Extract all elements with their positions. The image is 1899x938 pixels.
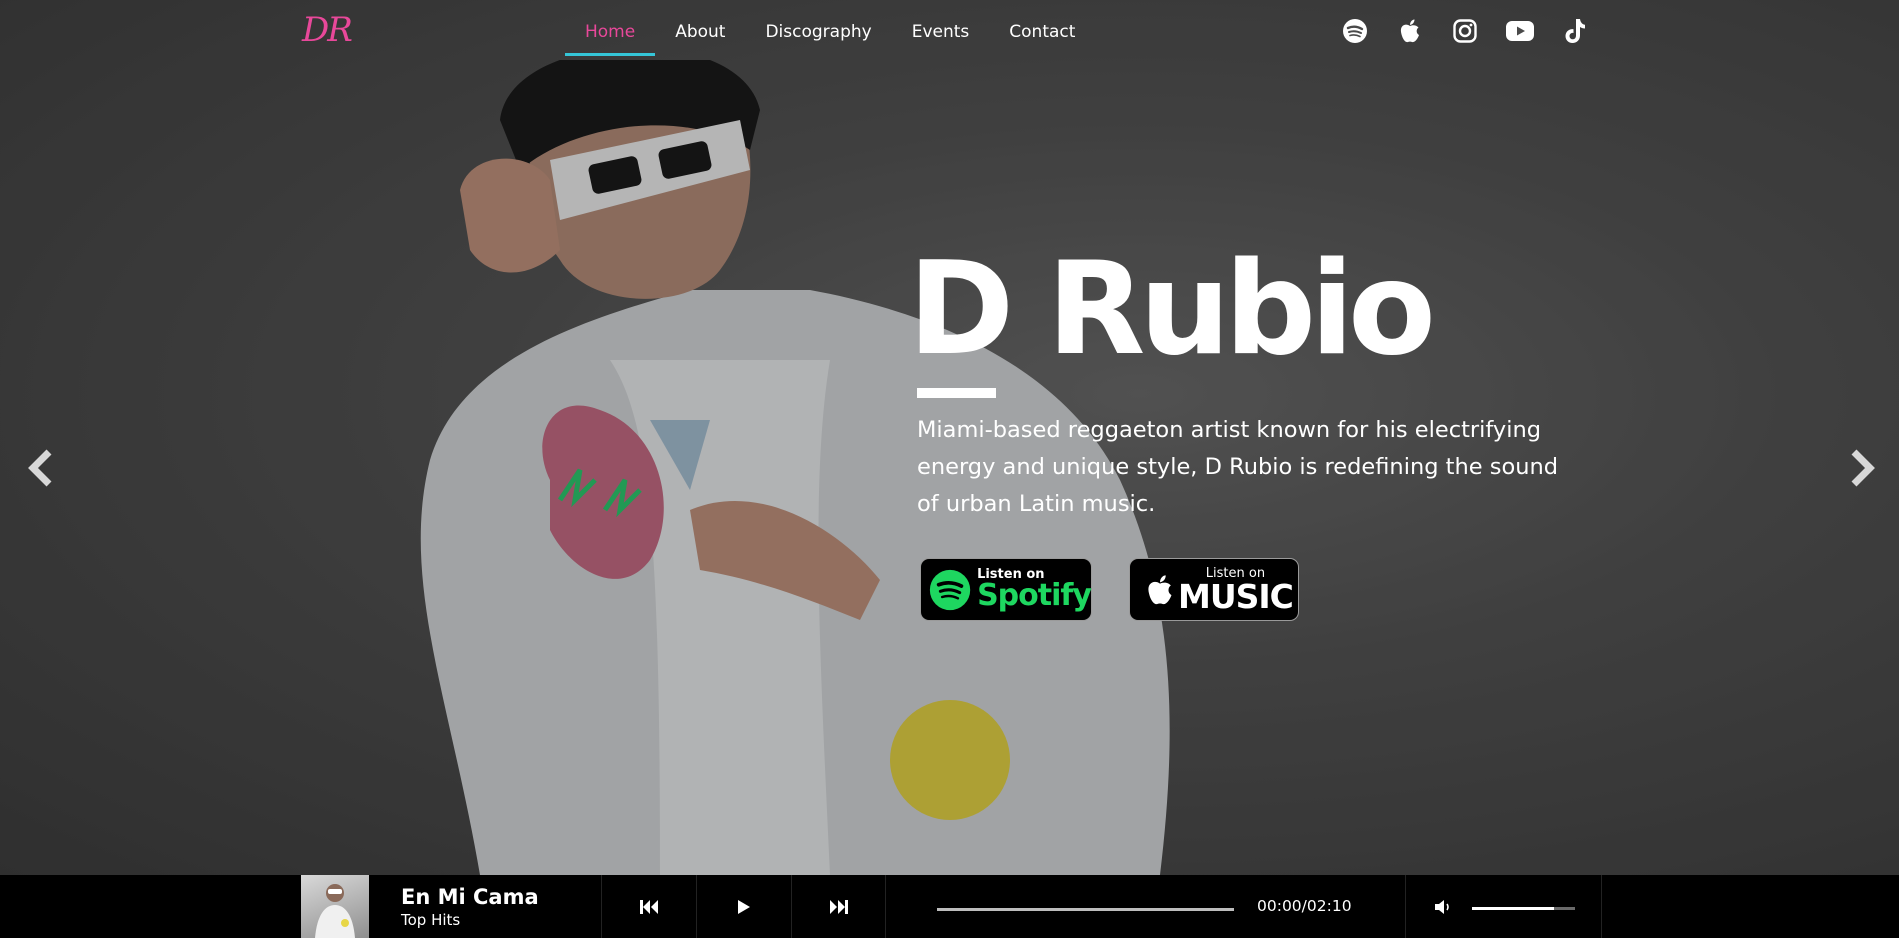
music-player: En Mi Cama Top Hits 00:00/02:10 bbox=[0, 875, 1899, 938]
hero-section: DR Home About Discography Events Contact bbox=[0, 0, 1899, 875]
play-icon bbox=[738, 899, 750, 914]
apple-badge-big-text: MUSIC bbox=[1178, 576, 1294, 616]
next-button[interactable] bbox=[791, 875, 886, 938]
track-time: 00:00/02:10 bbox=[1257, 897, 1352, 915]
hero-title: D Rubio bbox=[908, 235, 1436, 384]
main-menu: Home About Discography Events Contact bbox=[565, 0, 1095, 56]
track-title: En Mi Cama bbox=[401, 885, 539, 909]
chevron-left-icon bbox=[28, 449, 52, 487]
nav-item-events[interactable]: Events bbox=[892, 0, 990, 56]
progress-bar[interactable] bbox=[937, 908, 1234, 911]
social-links bbox=[1340, 16, 1590, 46]
top-navigation: DR Home About Discography Events Contact bbox=[0, 0, 1899, 66]
listen-on-apple-music-button[interactable]: Listen on MUSIC bbox=[1129, 558, 1299, 621]
carousel-prev-button[interactable] bbox=[25, 448, 55, 488]
nav-item-about[interactable]: About bbox=[655, 0, 745, 56]
spotify-logo-icon bbox=[929, 569, 971, 610]
previous-icon bbox=[640, 899, 658, 914]
volume-slider[interactable] bbox=[1472, 907, 1575, 910]
youtube-icon[interactable] bbox=[1505, 16, 1535, 46]
nav-item-contact[interactable]: Contact bbox=[989, 0, 1095, 56]
nav-item-discography[interactable]: Discography bbox=[745, 0, 891, 56]
apple-logo-icon bbox=[1148, 574, 1172, 604]
site-logo[interactable]: DR bbox=[302, 10, 353, 50]
apple-icon[interactable] bbox=[1395, 16, 1425, 46]
volume-level bbox=[1472, 907, 1555, 910]
carousel-next-button[interactable] bbox=[1848, 448, 1878, 488]
hero-description: Miami-based reggaeton artist known for h… bbox=[917, 417, 1559, 517]
play-button[interactable] bbox=[696, 875, 791, 938]
chevron-right-icon bbox=[1851, 449, 1875, 487]
title-underline bbox=[917, 388, 996, 398]
album-cover bbox=[301, 875, 369, 938]
listen-on-spotify-button[interactable]: Listen on Spotify bbox=[920, 558, 1092, 621]
spotify-badge-big-text: Spotify bbox=[977, 578, 1092, 613]
spotify-icon[interactable] bbox=[1340, 16, 1370, 46]
instagram-icon[interactable] bbox=[1450, 16, 1480, 46]
tiktok-icon[interactable] bbox=[1560, 16, 1590, 46]
nav-item-home[interactable]: Home bbox=[565, 0, 656, 56]
volume-divider bbox=[1405, 875, 1406, 938]
volume-icon[interactable] bbox=[1433, 897, 1453, 917]
next-icon bbox=[829, 899, 848, 914]
player-end-divider bbox=[1601, 875, 1602, 938]
track-info: En Mi Cama Top Hits bbox=[401, 885, 539, 929]
previous-button[interactable] bbox=[601, 875, 696, 938]
track-subtitle: Top Hits bbox=[401, 911, 461, 929]
